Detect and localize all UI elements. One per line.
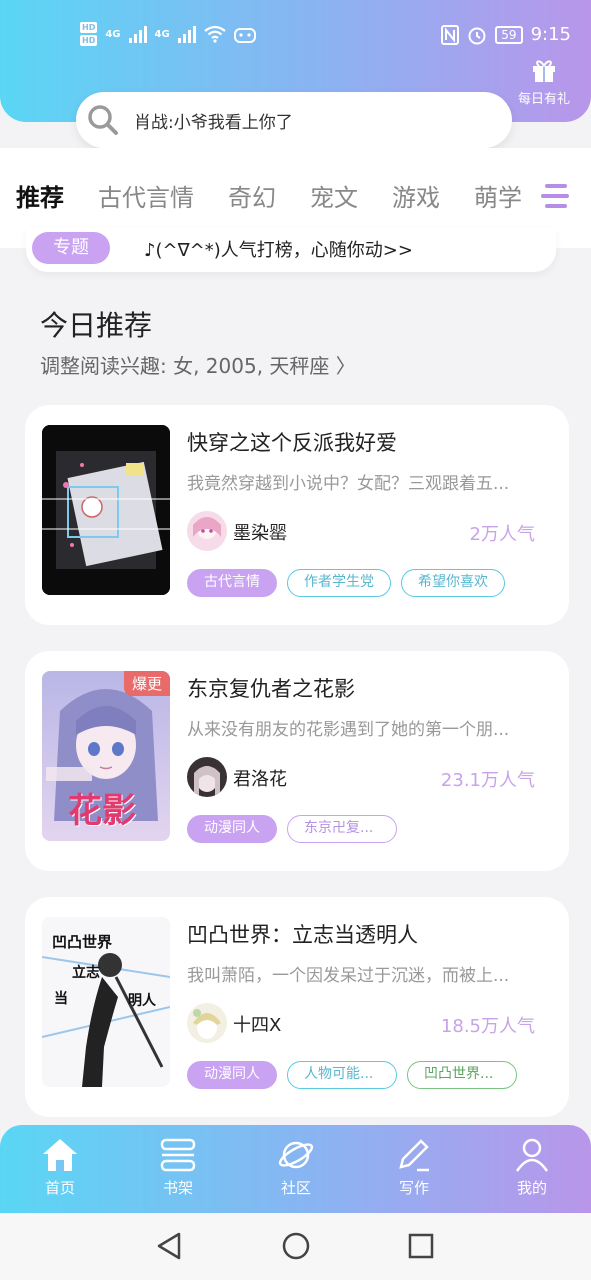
- tab-recommend[interactable]: 推荐: [16, 178, 64, 213]
- book-card[interactable]: 快穿之这个反派我好爱 我竟然穿越到小说中？女配？三观跟着五... 墨染罂 2万人…: [25, 405, 569, 625]
- search-icon: [88, 105, 118, 135]
- back-icon[interactable]: [155, 1231, 183, 1261]
- home-icon: [43, 1139, 77, 1171]
- book-description: 我叫萧陌，一个因发呆过于沉迷，而被上...: [187, 966, 510, 986]
- category-tabs: 推荐 古代言情 奇幻 宠文 游戏 萌学: [16, 178, 522, 213]
- nav-me-label: 我的: [516, 1179, 547, 1197]
- tag-list: 动漫同人 东京卍复...: [187, 815, 397, 843]
- svg-text:明人: 明人: [128, 992, 157, 1009]
- tag[interactable]: 古代言情: [187, 569, 277, 597]
- author-name: 墨染罂: [233, 523, 287, 544]
- hd-indicator: HD HD: [80, 22, 98, 46]
- book-title: 东京复仇者之花影: [187, 677, 355, 701]
- tag-list: 古代言情 作者学生党 希望你喜欢: [187, 569, 505, 597]
- nav-bookshelf[interactable]: 书架: [138, 1137, 218, 1198]
- book-cover[interactable]: [42, 425, 170, 595]
- game-icon: [233, 28, 256, 43]
- tab-pampering[interactable]: 宠文: [310, 178, 358, 213]
- category-menu-icon[interactable]: [541, 178, 573, 214]
- book-title: 快穿之这个反派我好爱: [187, 431, 397, 455]
- book-description: 从来没有朋友的花影遇到了她的第一个朋...: [187, 720, 510, 740]
- bottom-nav: 首页 书架 社区 写作 我的: [0, 1125, 591, 1213]
- popularity: 2万人气: [469, 524, 535, 545]
- status-left: HD HD 4G 4G: [80, 22, 256, 46]
- nav-me[interactable]: 我的: [492, 1137, 572, 1198]
- book-card[interactable]: 凹凸世界 立志 当 明人 凹凸世界：立志当透明人 我叫萧陌，一个因发呆过于沉迷，…: [25, 897, 569, 1117]
- hd-label-2: HD: [80, 35, 98, 46]
- tag[interactable]: 作者学生党: [287, 569, 391, 597]
- svg-text:凹凸世界: 凹凸世界: [52, 933, 112, 951]
- recents-icon[interactable]: [407, 1231, 435, 1261]
- nav-home[interactable]: 首页: [20, 1137, 100, 1198]
- search-hint: 肖战:小爷我看上你了: [134, 112, 293, 133]
- tab-fantasy[interactable]: 奇幻: [228, 178, 276, 213]
- signal-icon-2: [177, 25, 196, 43]
- network-type-1: 4G: [105, 28, 121, 40]
- daily-gift-button[interactable]: 每日有礼: [513, 56, 575, 107]
- tag[interactable]: 人物可能...: [287, 1061, 397, 1089]
- book-card[interactable]: 爆更 花影 东京复仇者之花影 从来没有朋友的花影遇到了她的第一个朋... 君洛花…: [25, 651, 569, 871]
- nav-community-label: 社区: [280, 1179, 311, 1197]
- user-icon: [515, 1138, 549, 1172]
- status-right: 59 9:15: [441, 24, 571, 45]
- status-bar: HD HD 4G 4G 59 9:15: [0, 18, 591, 56]
- author-avatar[interactable]: [187, 1003, 227, 1043]
- author-name: 十四X: [233, 1015, 282, 1036]
- planet-icon: [278, 1141, 314, 1169]
- topic-banner[interactable]: 专题 ♪(^∇^*)人气打榜，心随你动>>: [26, 228, 556, 272]
- wifi-icon: [204, 25, 226, 43]
- section-title: 今日推荐: [40, 309, 153, 342]
- battery-icon: 59: [495, 25, 523, 44]
- book-description: 我竟然穿越到小说中？女配？三观跟着五...: [187, 474, 510, 494]
- tag[interactable]: 动漫同人: [187, 815, 277, 843]
- signal-icon: [128, 25, 147, 43]
- book-cover[interactable]: 凹凸世界 立志 当 明人: [42, 917, 170, 1087]
- pencil-icon: [399, 1139, 429, 1172]
- author-name: 君洛花: [233, 769, 287, 790]
- tag[interactable]: 希望你喜欢: [401, 569, 505, 597]
- popularity: 23.1万人气: [440, 770, 535, 791]
- bookshelf-icon: [160, 1138, 196, 1172]
- clock-time: 9:15: [530, 24, 571, 45]
- topic-text: ♪(^∇^*)人气打榜，心随你动>>: [144, 240, 413, 261]
- tab-ancient-romance[interactable]: 古代言情: [98, 178, 194, 213]
- hd-label-1: HD: [80, 22, 98, 33]
- tag-list: 动漫同人 人物可能... 凹凸世界...: [187, 1061, 517, 1089]
- nav-bookshelf-label: 书架: [162, 1179, 193, 1197]
- alarm-icon: [468, 27, 486, 44]
- nav-write-label: 写作: [398, 1179, 429, 1197]
- tab-cute-school[interactable]: 萌学: [474, 178, 522, 213]
- daily-gift-label: 每日有礼: [517, 92, 570, 107]
- nfc-icon: [441, 24, 460, 45]
- tag[interactable]: 凹凸世界...: [407, 1061, 517, 1089]
- tab-games[interactable]: 游戏: [392, 178, 440, 213]
- author-avatar[interactable]: [187, 511, 227, 551]
- topic-badge: 专题: [32, 232, 110, 264]
- book-cover[interactable]: 爆更 花影: [42, 671, 170, 841]
- svg-text:立志: 立志: [72, 964, 100, 981]
- reading-interest-link[interactable]: 调整阅读兴趣: 女, 2005, 天秤座 〉: [40, 350, 356, 379]
- search-bar[interactable]: 肖战:小爷我看上你了: [76, 92, 512, 148]
- nav-home-label: 首页: [44, 1179, 75, 1197]
- nav-write[interactable]: 写作: [374, 1137, 454, 1198]
- home-circle-icon[interactable]: [281, 1231, 311, 1261]
- popularity: 18.5万人气: [440, 1016, 535, 1037]
- nav-community[interactable]: 社区: [256, 1137, 336, 1198]
- svg-text:当: 当: [54, 990, 68, 1007]
- gift-icon: [533, 60, 555, 82]
- network-type-2: 4G: [154, 28, 170, 40]
- tag[interactable]: 东京卍复...: [287, 815, 397, 843]
- cover-title-text: 花影: [68, 791, 136, 831]
- system-nav-bar: [0, 1213, 591, 1280]
- hot-update-badge: 爆更: [123, 671, 170, 696]
- tag[interactable]: 动漫同人: [187, 1061, 277, 1089]
- author-avatar[interactable]: [187, 757, 227, 797]
- book-title: 凹凸世界：立志当透明人: [187, 923, 418, 947]
